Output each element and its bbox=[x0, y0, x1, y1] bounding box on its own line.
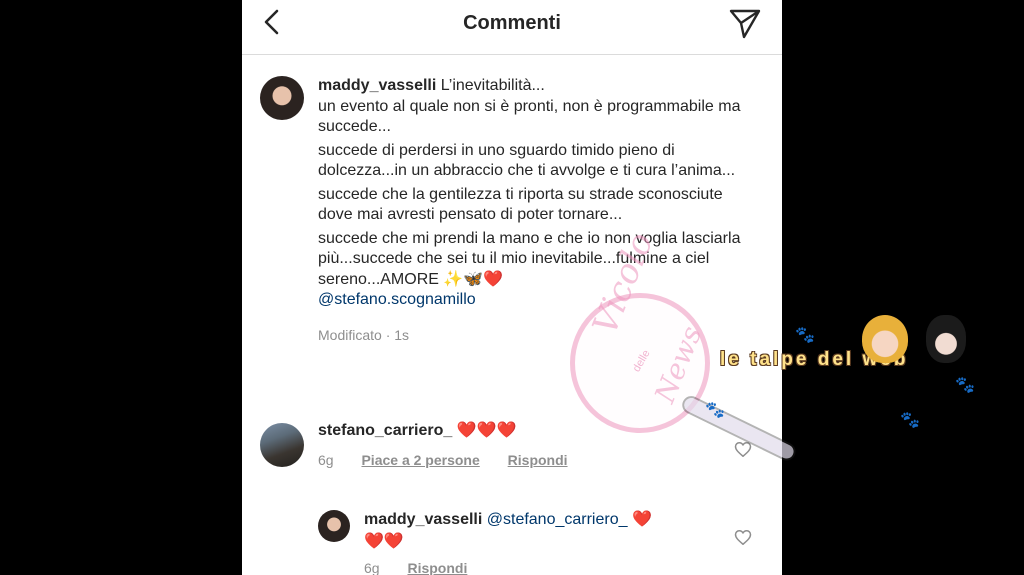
comment-text: ❤️ bbox=[631, 511, 652, 528]
like-button[interactable] bbox=[733, 527, 753, 547]
comment-body: maddy_vasselli @stefano_carriero_ ❤️ ❤️❤… bbox=[364, 509, 704, 553]
caption-line: succede di perdersi in uno sguardo timid… bbox=[318, 141, 736, 180]
caption-line: succede che la gentilezza ti riporta su … bbox=[318, 185, 723, 224]
comment-meta: 6g Piace a 2 persone Rispondi bbox=[318, 452, 592, 468]
avatar[interactable] bbox=[318, 510, 350, 542]
instagram-comments-screen: Commenti maddy_vasselli L’inevitabilità.… bbox=[242, 0, 782, 575]
comment-body: stefano_carriero_ ❤️❤️❤️ bbox=[318, 420, 718, 442]
like-button[interactable] bbox=[733, 439, 753, 459]
paper-plane-icon bbox=[729, 9, 761, 39]
comment-username[interactable]: maddy_vasselli bbox=[364, 511, 482, 528]
avatar[interactable] bbox=[260, 76, 304, 120]
caption-line: un evento al quale non si è pronti, non … bbox=[318, 97, 741, 136]
reply-button[interactable]: Rispondi bbox=[508, 452, 568, 468]
cartoon-girl-dark bbox=[926, 315, 966, 363]
page-title: Commenti bbox=[463, 12, 561, 34]
paw-icon: 🐾 bbox=[900, 412, 920, 429]
avatar[interactable] bbox=[260, 423, 304, 467]
paw-icon: 🐾 bbox=[795, 327, 815, 344]
heart-outline-icon bbox=[734, 529, 752, 545]
comment-time: 6g bbox=[318, 452, 334, 468]
comment-time: 6g bbox=[364, 560, 380, 575]
comment-text: ❤️❤️❤️ bbox=[456, 422, 517, 439]
comment-username[interactable]: stefano_carriero_ bbox=[318, 422, 452, 439]
comment-likes-link[interactable]: Piace a 2 persone bbox=[361, 452, 479, 468]
comment-meta: 6g Rispondi bbox=[364, 560, 491, 575]
reply-button[interactable]: Rispondi bbox=[407, 560, 467, 575]
caption-username[interactable]: maddy_vasselli bbox=[318, 77, 436, 94]
share-button[interactable] bbox=[726, 4, 764, 42]
heart-outline-icon bbox=[734, 441, 752, 457]
caption-meta: Modificato · 1s bbox=[318, 326, 410, 343]
caption-line: succede che mi prendi la mano e che io n… bbox=[318, 229, 741, 288]
cartoon-girl-blonde bbox=[862, 315, 908, 363]
post-caption: maddy_vasselli L’inevitabilità... un eve… bbox=[318, 76, 758, 348]
caption-line: L’inevitabilità... bbox=[440, 77, 545, 94]
comment-mention[interactable]: @stefano_carriero_ bbox=[487, 511, 628, 528]
caption-mention[interactable]: @stefano.scognamillo bbox=[318, 291, 476, 308]
paw-icon: 🐾 bbox=[955, 377, 975, 394]
comment-text: ❤️❤️ bbox=[364, 533, 404, 550]
header-bar: Commenti bbox=[242, 0, 782, 55]
caption-emoji: ✨🦋❤️ bbox=[443, 270, 504, 288]
